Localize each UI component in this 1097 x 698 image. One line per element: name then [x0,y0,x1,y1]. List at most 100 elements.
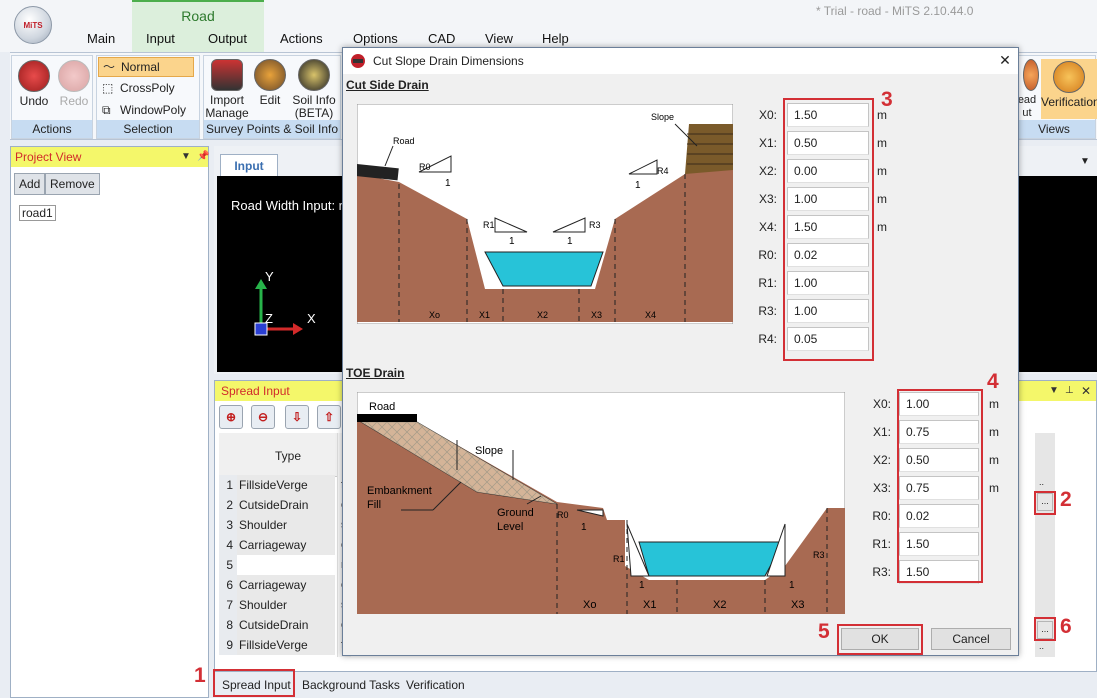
tab-verification[interactable]: Verification [406,678,465,692]
row-type[interactable]: FillsideVerge [237,475,335,495]
row-number: 9 [219,635,237,655]
cut-r0-one: 1 [445,178,451,189]
app-title: * Trial - road - MiTS 2.10.44.0 [816,4,974,18]
type-column-header: Type [275,449,302,463]
verification-button[interactable]: Verification [1041,59,1097,119]
project-view-panel: Project View ▼ 📌 Add Remove road1 [10,146,209,698]
toe-ground-label: Ground [497,507,534,519]
pin-icon[interactable]: 📌 [197,147,209,167]
soil-info-icon [298,59,330,91]
tab-input-view[interactable]: Input [220,154,278,176]
tab-view[interactable]: View [485,31,513,46]
cut-x4-label: X4 [645,310,656,320]
row-type[interactable]: Shoulder [237,515,335,535]
cancel-button[interactable]: Cancel [931,628,1011,650]
row-number: 8 [219,615,237,635]
import-manage-button[interactable]: Import Manage [204,59,250,120]
row-number: 2 [219,495,237,515]
spread-pin-icon[interactable]: ⊥ [1065,381,1074,401]
tab-actions[interactable]: Actions [280,31,323,46]
remove-row-icon[interactable]: ⊖ [251,405,275,429]
soil-beta-label: (BETA) [294,106,334,120]
selection-windowpoly-button[interactable]: ⧉ WindowPoly [98,101,198,121]
table-row[interactable]: 4Carriagewayc [219,535,347,555]
table-row[interactable]: 8CutsideDrainc [219,615,347,635]
input-dropdown-icon[interactable]: ▼ [1080,156,1090,167]
annotation-3: 3 [881,88,893,111]
row-type[interactable]: Shoulder [237,595,335,615]
tab-main[interactable]: Main [87,31,115,46]
tab-cad[interactable]: CAD [428,31,455,46]
annotation-4: 4 [987,370,999,393]
redo-button[interactable]: Redo [56,60,92,108]
spread-dropdown-icon[interactable]: ▼ [1049,381,1059,401]
spread-close-icon[interactable]: ✕ [1081,381,1091,401]
selection-group-label: Selection [97,120,199,138]
close-icon[interactable]: ✕ [995,50,1015,70]
add-row-icon[interactable]: ⊕ [219,405,243,429]
row-type[interactable]: FillsideVerge [237,635,335,655]
toe-r3-one: 1 [789,580,795,591]
crosspoly-icon: ⬚ [102,81,114,95]
edit-icon [254,59,286,91]
cut_side-field-label: X2: [758,164,777,178]
spread-input-title: Spread Input [221,384,290,398]
selection-normal-button[interactable]: 〜 Normal [98,57,194,77]
toe-x3-label: X3 [791,599,804,611]
soil-info-button[interactable]: Soil Info (BETA) [290,59,338,120]
row-number: 6 [219,575,237,595]
table-row[interactable]: 7Shoulders [219,595,347,615]
toe-fill-label: Fill [367,499,381,511]
row-type[interactable]: Carriageway [237,535,335,555]
toe-field-label: R0: [872,509,891,523]
cut-r3-one: 1 [567,236,573,247]
cut-x1-label: X1 [479,310,490,320]
redo-icon [58,60,90,92]
table-row[interactable]: 3Shoulders [219,515,347,535]
undo-button[interactable]: Undo [16,60,52,108]
tab-background-tasks[interactable]: Background Tasks [302,678,400,692]
table-row[interactable]: 1FillsideVergef [219,475,344,495]
cut-slope-drain-dialog: Cut Slope Drain Dimensions ✕ Cut Side Dr… [342,47,1019,656]
remove-button[interactable]: Remove [45,173,100,195]
tree-item-road1[interactable]: road1 [19,205,56,221]
ribbon-group-views: ead ut Verification Views [1012,55,1097,139]
dots-row9: .. [1039,641,1045,651]
cut-r3-label: R3 [589,220,601,230]
toe-field-label: X3: [872,481,891,495]
move-up-icon[interactable]: ⇧ [317,405,341,429]
import-icon [211,59,243,91]
cut-side-drain-title: Cut Side Drain [346,78,429,92]
undo-label: Undo [19,94,49,108]
tab-output[interactable]: Output [208,31,247,46]
app-logo[interactable]: MiTS [14,6,52,44]
table-row[interactable]: 9FillsideVergef [219,635,344,655]
toe-xo-label: Xo [583,599,596,611]
row-type[interactable]: CutsideDrain [237,495,335,515]
cut_side-field-label: R1: [758,276,777,290]
selection-crosspoly-button[interactable]: ⬚ CrossPoly [98,79,198,99]
undo-icon [18,60,50,92]
axis-x-label: X [307,311,316,326]
cut-slope-label: Slope [651,112,674,122]
row-type[interactable]: Carriageway [237,575,335,595]
dropdown-icon[interactable]: ▼ [181,147,191,167]
highlight-box-5 [837,624,923,655]
cut_side-field-unit: m [877,164,887,178]
row-type[interactable]: CutsideDrain [237,615,335,635]
tab-options[interactable]: Options [353,31,398,46]
toe-field-label: R3: [872,565,891,579]
table-row[interactable]: 6Carriagewayc [219,575,347,595]
move-down-icon[interactable]: ⇩ [285,405,309,429]
tab-help[interactable]: Help [542,31,569,46]
table-row[interactable]: 5n [219,555,347,575]
highlight-box-4 [897,389,983,583]
edit-survey-button[interactable]: Edit [254,59,286,107]
cut-side-drain-diagram: Road Slope R0 1 R1 1 R3 1 R4 1 Xo X1 X2 … [357,104,733,324]
row-number: 5 [219,555,237,575]
add-button[interactable]: Add [14,173,46,195]
tab-input[interactable]: Input [146,31,175,46]
toe-drain-title: TOE Drain [346,366,405,380]
cut_side-field-label: R0: [758,248,777,262]
table-row[interactable]: 2CutsideDrainc [219,495,347,515]
